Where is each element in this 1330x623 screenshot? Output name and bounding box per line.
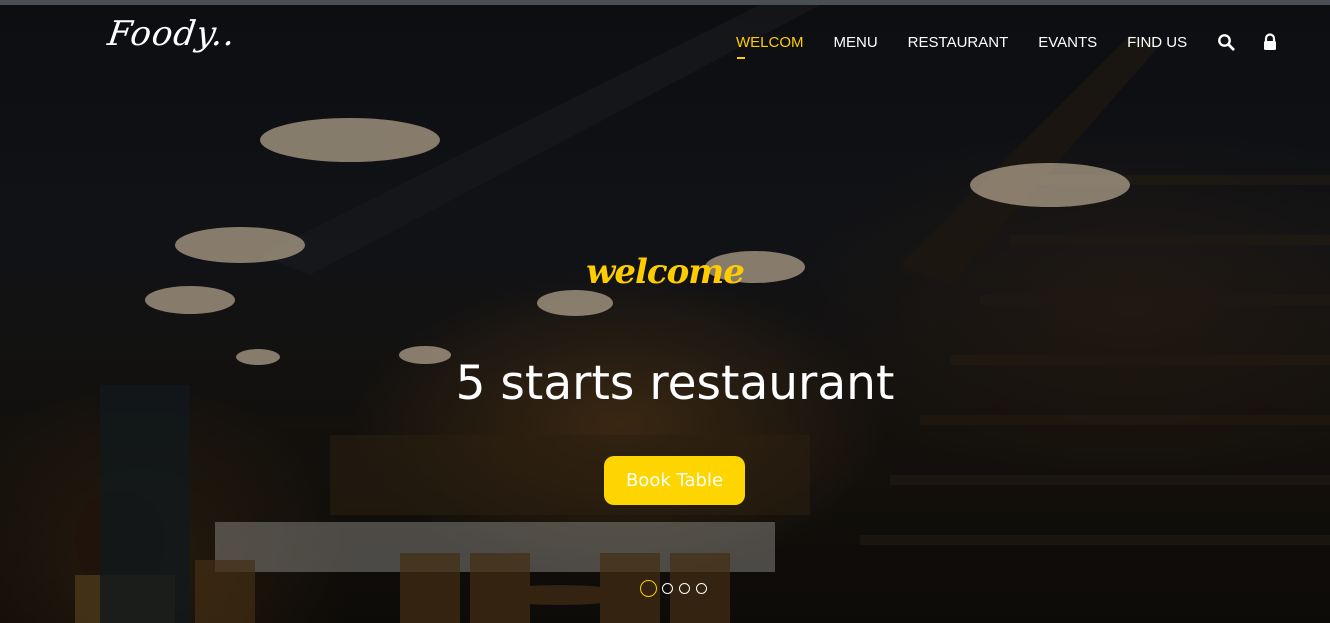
nav-item-find-us[interactable]: FIND US [1127,34,1187,51]
book-table-button[interactable]: Book Table [604,456,745,505]
nav-item-evants[interactable]: EVANTS [1038,34,1097,51]
carousel-dot-2[interactable] [662,583,673,594]
nav-item-restaurant[interactable]: RESTAURANT [908,34,1009,51]
carousel-dot-3[interactable] [679,583,690,594]
nav-item-menu[interactable]: MENU [834,34,878,51]
hero-script-title: welcome [586,252,745,292]
search-icon[interactable] [1217,33,1235,51]
hero-headline: 5 starts restaurant [455,356,895,411]
carousel-dot-1[interactable] [640,580,657,597]
nav-item-welcom[interactable]: WELCOM [736,34,804,59]
hero-section [0,5,1330,623]
carousel-dot-4[interactable] [696,583,707,594]
main-navigation: WELCOM MENU RESTAURANT EVANTS FIND US [736,33,1305,59]
carousel-indicators [640,580,713,597]
lock-icon[interactable] [1261,33,1279,51]
site-logo[interactable]: Foody.. [105,14,238,54]
hero-dark-overlay [0,5,1330,623]
